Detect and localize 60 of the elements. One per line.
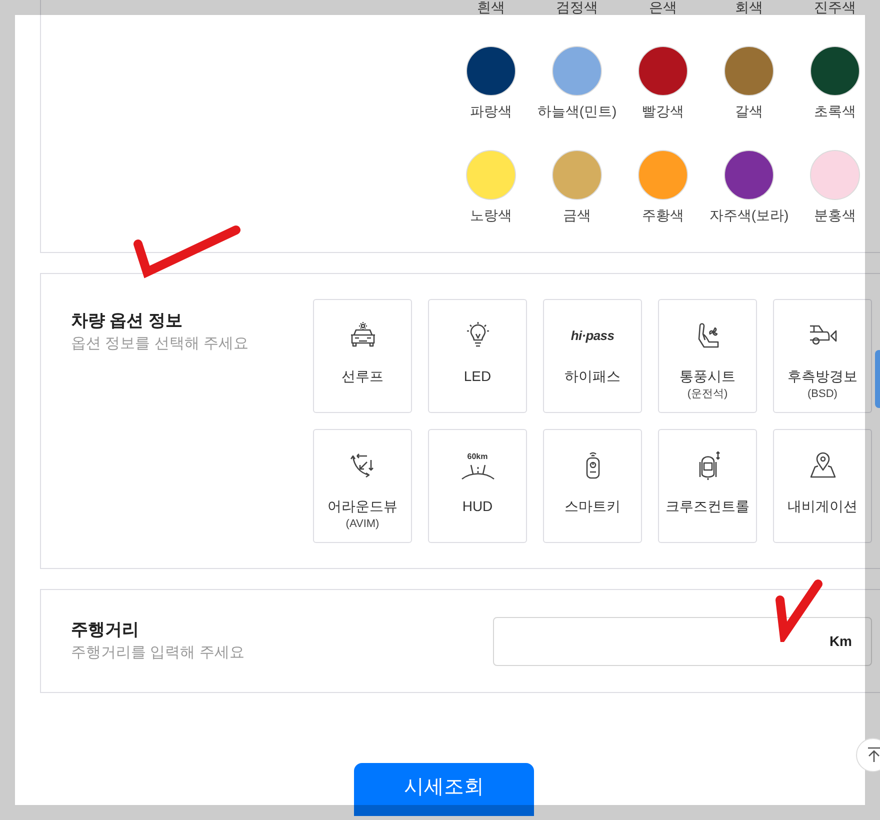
mileage-input-field[interactable]: Km — [493, 616, 872, 666]
back-to-top-button[interactable] — [856, 738, 880, 772]
section-title: 차량 옵션 정보 — [71, 310, 184, 332]
option-label: 후측방경보 — [788, 367, 858, 386]
color-label: 자주색(보라) — [709, 206, 789, 225]
option-label: 크루즈컨트롤 — [666, 497, 750, 516]
hipass-logo: hi·pass — [570, 327, 614, 346]
color-label: 파랑색 — [470, 102, 512, 121]
option-tile[interactable]: 어라운드뷰 (AVIM) — [313, 429, 412, 543]
option-label: HUD — [462, 497, 493, 516]
color-label: 검정색 — [556, 0, 598, 17]
option-label: 선루프 — [342, 367, 384, 386]
unit-label: Km — [829, 632, 852, 650]
color-swatch[interactable] — [810, 150, 860, 200]
color-swatch[interactable] — [638, 46, 688, 96]
color-label: 흰색 — [477, 0, 505, 17]
color-label: 하늘색(민트) — [537, 102, 617, 121]
option-tile[interactable]: 60km HUD — [428, 429, 527, 543]
option-tile[interactable]: 후측방경보 (BSD) — [773, 299, 872, 413]
arrow-up-icon — [867, 747, 880, 763]
option-sublabel: (운전석) — [687, 387, 728, 402]
color-label: 진주색 — [814, 0, 856, 17]
option-tile[interactable]: 내비게이션 — [773, 429, 872, 543]
option-label: 하이패스 — [564, 367, 620, 386]
color-swatch[interactable] — [724, 46, 774, 96]
option-sublabel: (BSD) — [808, 387, 838, 402]
option-tile[interactable]: 스마트키 — [543, 429, 642, 543]
color-swatch[interactable] — [466, 46, 516, 96]
option-tile[interactable]: hi·pass 하이패스 — [543, 299, 642, 413]
color-label: 주황색 — [642, 206, 684, 225]
submit-button[interactable]: 시세조회 — [354, 763, 534, 816]
option-label: 스마트키 — [564, 497, 620, 516]
speed-text: 60km — [467, 452, 488, 462]
road-icon — [460, 462, 494, 480]
section-subtitle: 주행거리를 입력해 주세요 — [71, 643, 246, 663]
option-label: 어라운드뷰 — [328, 497, 398, 516]
color-label: 은색 — [649, 0, 677, 17]
option-label: LED — [464, 367, 492, 386]
option-label: 통풍시트 — [680, 367, 736, 386]
color-swatch[interactable] — [552, 150, 602, 200]
color-label: 금색 — [563, 206, 591, 225]
color-label: 분홍색 — [814, 206, 856, 225]
option-tile[interactable]: 통풍시트 (운전석) — [658, 299, 757, 413]
color-label: 빨강색 — [642, 102, 684, 121]
option-tile[interactable]: LED — [428, 299, 527, 413]
color-label: 초록색 — [814, 102, 856, 121]
color-label: 갈색 — [735, 102, 763, 121]
option-label: 내비게이션 — [788, 497, 858, 516]
option-sublabel: (AVIM) — [346, 517, 380, 532]
color-swatch[interactable] — [552, 46, 602, 96]
color-swatch[interactable] — [638, 150, 688, 200]
color-swatch[interactable] — [810, 46, 860, 96]
color-swatch[interactable] — [466, 150, 516, 200]
option-tile[interactable]: 크루즈컨트롤 — [658, 429, 757, 543]
option-tile[interactable]: 선루프 — [313, 299, 412, 413]
section-title: 주행거리 — [71, 619, 140, 641]
color-swatch[interactable] — [724, 150, 774, 200]
color-label: 회색 — [735, 0, 763, 17]
section-subtitle: 옵션 정보를 선택해 주세요 — [71, 334, 250, 354]
color-label: 노랑색 — [470, 206, 512, 225]
